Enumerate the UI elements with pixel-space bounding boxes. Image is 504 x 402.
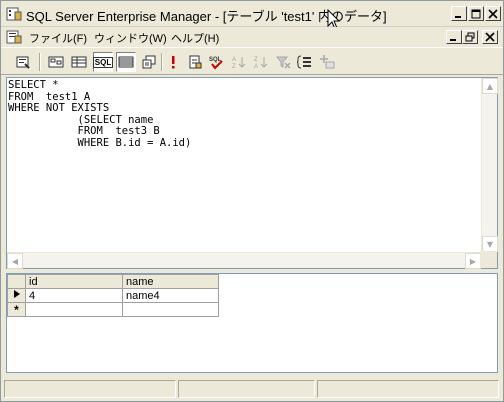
diagram-pane-icon: [48, 56, 64, 68]
menu-bar: ファイル(F) ウィンドウ(W) ヘルプ(H): [1, 27, 503, 47]
maximize-button[interactable]: [468, 6, 484, 21]
close-button[interactable]: [485, 6, 501, 21]
status-panel-middle: [178, 380, 315, 398]
sql-editor[interactable]: SELECT * FROM test1 A WHERE NOT EXISTS (SE…: [8, 79, 192, 150]
sql-pane-icon: SQL: [92, 56, 114, 68]
svg-text:A: A: [232, 57, 236, 63]
sort-descending-button[interactable]: ZA: [251, 52, 271, 72]
grid-pane-icon: [71, 56, 87, 68]
results-pane[interactable]: id name 4 name4 *: [6, 273, 498, 373]
sql-vertical-scrollbar[interactable]: ▲ ▼: [481, 78, 498, 252]
child-minimize-button[interactable]: [446, 30, 462, 44]
column-header-name[interactable]: name: [122, 274, 219, 289]
menu-file[interactable]: ファイル(F): [29, 30, 87, 46]
child-restore-button[interactable]: [462, 30, 478, 44]
run-icon: [172, 56, 175, 69]
toolbar-separator: [39, 53, 41, 71]
sort-ascending-icon: AZ: [232, 57, 246, 70]
close-icon: [485, 32, 495, 42]
verify-sql-button[interactable]: SQL: [207, 52, 227, 72]
chevron-right-icon: ▶: [469, 256, 477, 266]
add-table-icon: [320, 55, 335, 69]
table-row[interactable]: 4 name4: [7, 288, 219, 303]
header-row: id name: [7, 274, 219, 289]
chevron-left-icon: ◀: [11, 256, 19, 266]
scroll-right-button[interactable]: ▶: [465, 253, 481, 269]
change-type-icon: [142, 55, 156, 69]
group-by-icon: [297, 55, 311, 69]
properties-icon: [16, 56, 30, 69]
row-selector[interactable]: [7, 288, 26, 303]
sql-line: WHERE B.id = A.id): [8, 136, 192, 149]
add-table-button[interactable]: [317, 52, 337, 72]
change-type-button[interactable]: [139, 52, 159, 72]
menu-window[interactable]: ウィンドウ(W): [94, 30, 167, 46]
new-row-marker-icon: *: [7, 302, 26, 317]
svg-text:A: A: [254, 64, 258, 70]
results-pane-icon: [118, 56, 134, 68]
clear-results-icon: [189, 55, 202, 69]
maximize-icon: [471, 9, 481, 18]
group-by-button[interactable]: [295, 52, 315, 72]
results-pane-button[interactable]: [116, 52, 136, 72]
svg-text:Z: Z: [232, 64, 236, 70]
chevron-up-icon: ▲: [486, 81, 494, 91]
column-header-id[interactable]: id: [25, 274, 123, 289]
scroll-down-button[interactable]: ▼: [482, 236, 498, 252]
status-bar: [1, 377, 503, 401]
sql-line: SELECT *: [8, 79, 59, 91]
remove-filter-button[interactable]: [273, 52, 293, 72]
minimize-icon: [450, 39, 456, 41]
cell-id[interactable]: [25, 302, 123, 317]
menu-help[interactable]: ヘルプ(H): [171, 30, 219, 46]
results-grid: id name 4 name4 *: [7, 274, 219, 317]
sort-descending-icon: ZA: [254, 57, 268, 70]
row-header-corner[interactable]: [7, 274, 26, 289]
child-close-button[interactable]: [482, 30, 498, 44]
sort-ascending-button[interactable]: AZ: [229, 52, 249, 72]
status-panel-right: [317, 380, 499, 398]
new-row[interactable]: *: [7, 302, 219, 317]
clear-results-button[interactable]: [185, 52, 205, 72]
cell-id[interactable]: 4: [25, 288, 123, 303]
cell-name[interactable]: [122, 302, 219, 317]
cell-name[interactable]: name4: [122, 288, 219, 303]
close-icon: [488, 8, 498, 19]
sql-horizontal-scrollbar[interactable]: ◀ ▶: [7, 252, 481, 269]
scroll-left-button[interactable]: ◀: [7, 253, 23, 269]
verify-sql-icon: SQL: [209, 57, 223, 70]
properties-button[interactable]: [13, 52, 33, 72]
chevron-down-icon: ▼: [486, 239, 494, 249]
remove-filter-icon: [275, 56, 291, 69]
minimize-icon: [455, 15, 461, 18]
minimize-button[interactable]: [451, 6, 467, 21]
svg-text:Z: Z: [254, 57, 258, 63]
scroll-up-button[interactable]: ▲: [482, 78, 498, 94]
grid-pane-button[interactable]: [69, 52, 89, 72]
status-panel-main: [4, 380, 176, 398]
scrollbar-corner: [480, 251, 497, 268]
query-toolbar: SQL SQL AZ ZA: [1, 47, 503, 75]
app-window: SQL Server Enterprise Manager - [テーブル 't…: [0, 0, 504, 402]
title-bar[interactable]: SQL Server Enterprise Manager - [テーブル 't…: [1, 1, 503, 30]
run-button[interactable]: [163, 52, 183, 72]
enterprise-manager-icon: [6, 7, 22, 21]
restore-icon: [465, 32, 475, 42]
diagram-pane-button[interactable]: [46, 52, 66, 72]
current-row-arrow-icon: [13, 290, 20, 298]
document-window-icon[interactable]: [6, 29, 22, 45]
sql-pane[interactable]: SELECT * FROM test1 A WHERE NOT EXISTS (SE…: [6, 77, 498, 269]
sql-pane-button[interactable]: SQL: [92, 52, 114, 72]
